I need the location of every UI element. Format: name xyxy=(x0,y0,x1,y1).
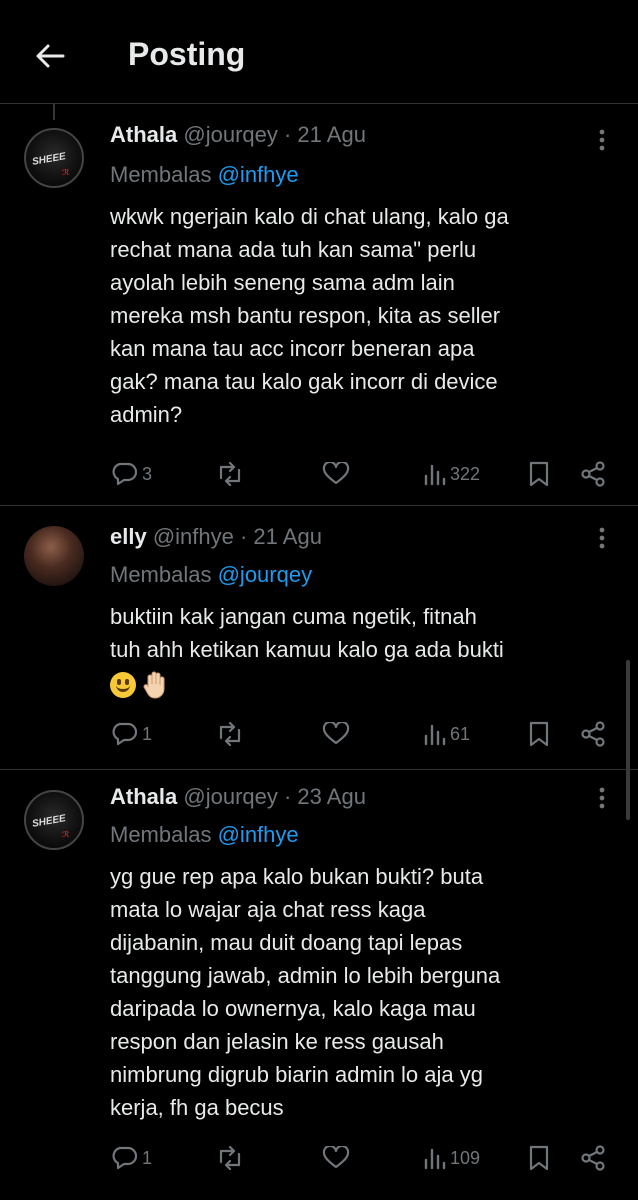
more-options-button[interactable] xyxy=(590,786,614,810)
bookmark-icon xyxy=(529,721,549,747)
views-button[interactable]: 61 xyxy=(424,718,470,750)
replying-to-label: Membalas xyxy=(110,162,218,187)
handle-and-date[interactable]: @infhye · 21 Agu xyxy=(153,524,322,549)
tweet[interactable]: elly @infhye · 21 Agu Membalas @jourqey … xyxy=(0,506,638,770)
bookmark-button[interactable] xyxy=(528,718,550,750)
more-options-button[interactable] xyxy=(590,128,614,152)
repost-icon xyxy=(219,462,241,486)
heart-icon xyxy=(322,462,350,485)
repost-button[interactable] xyxy=(216,458,244,490)
scrollbar-thumb[interactable] xyxy=(626,660,630,820)
repost-button[interactable] xyxy=(216,1142,244,1174)
tweet-actions: 1 109 xyxy=(110,1142,610,1174)
vertical-dots-icon xyxy=(599,787,605,809)
tweet-actions: 3 322 xyxy=(110,458,610,490)
reply-icon xyxy=(112,722,138,746)
replying-to-label: Membalas xyxy=(110,822,218,847)
top-app-bar: Posting xyxy=(0,0,638,104)
more-options-button[interactable] xyxy=(590,526,614,550)
tweet-text: yg gue rep apa kalo bukan bukti? buta ma… xyxy=(110,864,501,1120)
heart-icon xyxy=(322,722,350,745)
reply-count: 1 xyxy=(142,1147,153,1168)
view-count: 109 xyxy=(450,1147,481,1168)
view-count: 322 xyxy=(450,463,481,484)
reply-icon xyxy=(112,1146,138,1170)
views-chart-icon xyxy=(424,464,446,486)
reply-button[interactable]: 1 xyxy=(110,1142,152,1174)
tweet[interactable]: SHEEE ℛ Athala @jourqey · 23 Agu Membala… xyxy=(0,770,638,1200)
avatar-logo-text: SHEEE xyxy=(31,813,67,830)
like-button[interactable] xyxy=(322,1142,350,1174)
replying-to-label: Membalas xyxy=(110,562,218,587)
page-title: Posting xyxy=(128,36,246,72)
tweet-text: buktiin kak jangan cuma ngetik, fitnah t… xyxy=(110,604,504,662)
repost-icon xyxy=(219,1146,241,1170)
display-name[interactable]: elly xyxy=(110,524,147,549)
bookmark-icon xyxy=(529,1145,549,1171)
tweet-actions: 1 61 xyxy=(110,718,610,750)
back-button[interactable] xyxy=(30,36,70,76)
handle-and-date[interactable]: @jourqey · 23 Agu xyxy=(183,784,366,809)
display-name[interactable]: Athala xyxy=(110,784,177,809)
avatar-logo-mark: ℛ xyxy=(62,168,70,177)
reply-button[interactable]: 3 xyxy=(110,458,152,490)
share-icon xyxy=(581,1145,605,1171)
vertical-dots-icon xyxy=(599,129,605,151)
share-button[interactable] xyxy=(580,1142,606,1174)
share-icon xyxy=(581,461,605,487)
reply-icon xyxy=(112,462,138,486)
views-chart-icon xyxy=(424,1148,446,1170)
share-button[interactable] xyxy=(580,718,606,750)
reply-button[interactable]: 1 xyxy=(110,718,152,750)
avatar[interactable] xyxy=(24,526,84,586)
view-count: 61 xyxy=(450,723,471,744)
repost-icon xyxy=(219,722,241,746)
like-button[interactable] xyxy=(322,718,350,750)
mention-link[interactable]: @infhye xyxy=(218,162,299,187)
avatar[interactable]: SHEEE ℛ xyxy=(24,128,84,188)
vertical-dots-icon xyxy=(599,527,605,549)
tweet-meta: Athala @jourqey · 23 Agu xyxy=(110,784,366,810)
views-button[interactable]: 109 xyxy=(424,1142,480,1174)
views-button[interactable]: 322 xyxy=(424,458,480,490)
bookmark-button[interactable] xyxy=(528,458,550,490)
replying-to: Membalas @infhye xyxy=(110,162,299,188)
avatar[interactable]: SHEEE ℛ xyxy=(24,790,84,850)
repost-button[interactable] xyxy=(216,718,244,750)
tweet-text: wkwk ngerjain kalo di chat ulang, kalo g… xyxy=(110,204,509,427)
display-name[interactable]: Athala xyxy=(110,122,177,147)
emoji-line xyxy=(110,670,170,702)
share-button[interactable] xyxy=(580,458,606,490)
reply-count: 3 xyxy=(142,463,153,484)
reply-count: 1 xyxy=(142,723,153,744)
avatar-logo-mark: ℛ xyxy=(62,830,70,839)
replying-to: Membalas @infhye xyxy=(110,822,299,848)
bookmark-button[interactable] xyxy=(528,1142,550,1174)
replying-to: Membalas @jourqey xyxy=(110,562,312,588)
bookmark-icon xyxy=(529,461,549,487)
share-icon xyxy=(581,721,605,747)
handle-and-date[interactable]: @jourqey · 21 Agu xyxy=(183,122,366,147)
views-chart-icon xyxy=(424,724,446,746)
raised-hand-emoji xyxy=(143,671,165,699)
grinning-face-emoji xyxy=(110,672,136,698)
like-button[interactable] xyxy=(322,458,350,490)
heart-icon xyxy=(322,1146,350,1169)
avatar-logo-text: SHEEE xyxy=(31,151,67,168)
tweet[interactable]: SHEEE ℛ Athala @jourqey · 21 Agu Membala… xyxy=(0,104,638,506)
mention-link[interactable]: @infhye xyxy=(218,822,299,847)
tweet-meta: elly @infhye · 21 Agu xyxy=(110,524,322,550)
tweet-meta: Athala @jourqey · 21 Agu xyxy=(110,122,366,148)
mention-link[interactable]: @jourqey xyxy=(218,562,313,587)
arrow-left-icon xyxy=(36,44,65,68)
